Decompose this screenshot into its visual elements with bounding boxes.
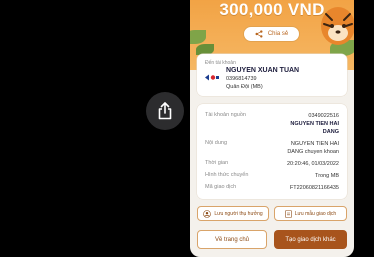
save-template-label: Lưu mẫu giao dịch bbox=[294, 210, 337, 217]
method-value: Trong MB bbox=[315, 173, 339, 179]
share-icon bbox=[158, 102, 172, 120]
recipient-label: Đến tài khoản bbox=[205, 60, 236, 66]
source-account-number: 0349022516 bbox=[308, 113, 339, 119]
user-icon bbox=[203, 209, 212, 218]
detail-row-content: Nội dung NGUYEN TIEN HAI DANG chuyen kho… bbox=[205, 140, 339, 156]
detail-row-time: Thời gian 20:20:46, 01/03/2022 bbox=[205, 160, 339, 168]
transfer-receipt-screen: 300,000 VND Chia sẻ Đến tài khoản NGUYEN… bbox=[190, 0, 354, 257]
method-label: Hình thức chuyển bbox=[205, 172, 249, 178]
content-line-2: DANG chuyen khoan bbox=[287, 149, 339, 155]
time-value: 20:20:46, 01/03/2022 bbox=[287, 161, 339, 167]
document-icon bbox=[284, 209, 292, 218]
time-label: Thời gian bbox=[205, 160, 229, 166]
leaf-decoration bbox=[190, 30, 206, 44]
content-label: Nội dung bbox=[205, 140, 228, 146]
content-line-1: NGUYEN TIEN HAI bbox=[290, 141, 339, 147]
recipient-account: 0396814739 bbox=[226, 76, 257, 82]
transaction-details-card: Tài khoản nguồn 0349022516 NGUYEN TIEN H… bbox=[197, 104, 347, 199]
recipient-name: NGUYEN XUAN TUAN bbox=[226, 67, 300, 74]
save-beneficiary-label: Lưu người thụ hưởng bbox=[214, 210, 263, 217]
source-account-name-2: DANG bbox=[322, 129, 339, 135]
share-button[interactable]: Chia sẻ bbox=[243, 26, 300, 42]
transaction-code-value: FT22060821166435 bbox=[289, 185, 339, 191]
home-button[interactable]: Về trang chủ bbox=[197, 230, 267, 249]
screen: 300,000 VND Chia sẻ Đến tài khoản NGUYEN… bbox=[0, 0, 374, 257]
source-account-label: Tài khoản nguồn bbox=[205, 112, 246, 118]
share-nodes-icon bbox=[255, 30, 263, 38]
detail-row-method: Hình thức chuyển Trong MB bbox=[205, 172, 339, 180]
share-label: Chia sẻ bbox=[267, 31, 289, 37]
detail-row-source-account: Tài khoản nguồn 0349022516 NGUYEN TIEN H… bbox=[205, 112, 339, 135]
recipient-card: Đến tài khoản NGUYEN XUAN TUAN 039681473… bbox=[197, 54, 347, 96]
save-template-button[interactable]: Lưu mẫu giao dịch bbox=[274, 206, 347, 221]
new-transaction-button[interactable]: Tạo giao dịch khác bbox=[274, 230, 347, 249]
mb-bank-logo bbox=[205, 74, 219, 81]
recipient-bank: Quân Đội (MB) bbox=[226, 84, 263, 90]
transaction-code-label: Mã giao dịch bbox=[205, 184, 237, 190]
detail-row-transaction-code: Mã giao dịch FT22060821166435 bbox=[205, 184, 339, 192]
save-beneficiary-button[interactable]: Lưu người thụ hưởng bbox=[197, 206, 269, 221]
share-sheet-button[interactable] bbox=[146, 92, 184, 130]
transfer-amount: 300,000 VND bbox=[219, 0, 325, 19]
source-account-name-1: NGUYEN TIEN HAI bbox=[290, 121, 339, 127]
